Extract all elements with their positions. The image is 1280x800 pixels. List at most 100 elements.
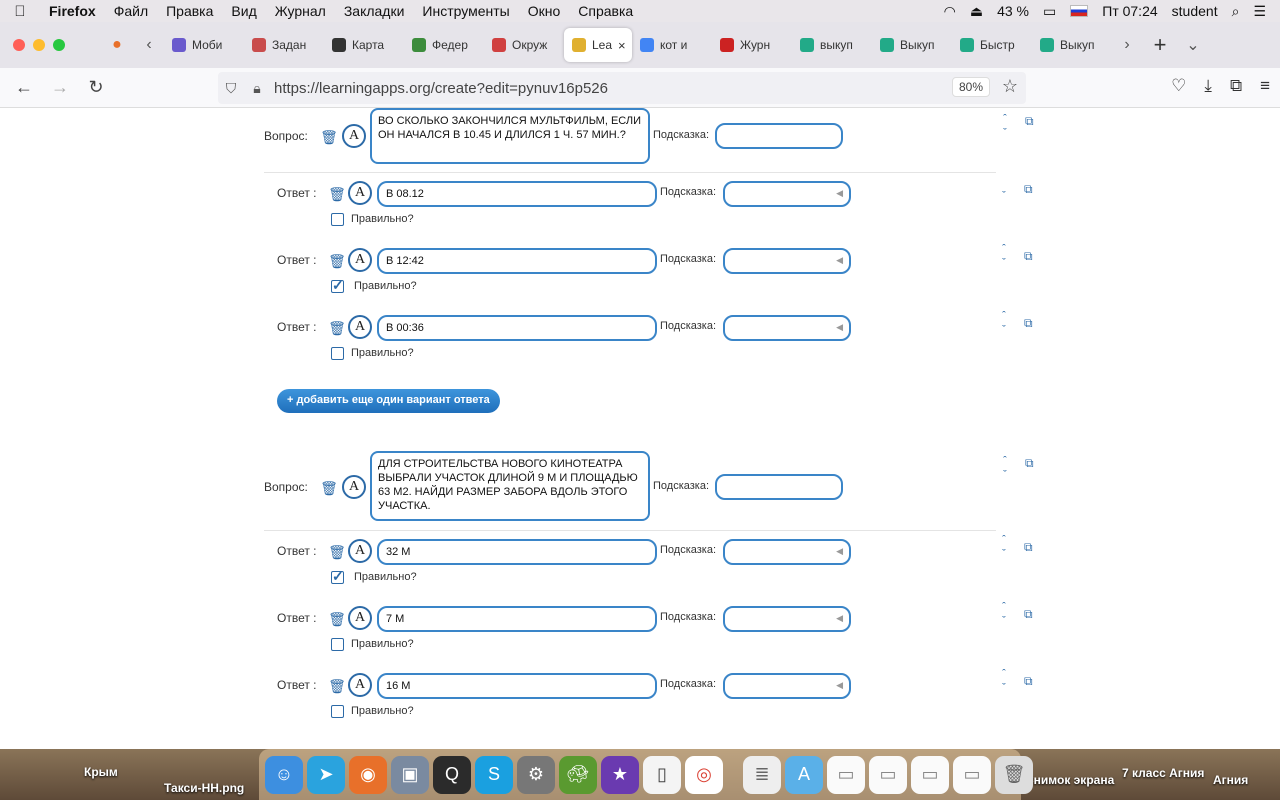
trash-icon[interactable]: 🗑︎ bbox=[995, 755, 1033, 794]
delete-answer-icon[interactable]: 🗑︎ bbox=[328, 320, 346, 336]
duplicate-icon[interactable]: ⧉ bbox=[1025, 114, 1034, 129]
input-source-flag-icon[interactable] bbox=[1070, 5, 1089, 17]
menu-bookmarks[interactable]: Закладки bbox=[335, 3, 414, 19]
audio-play-icon[interactable]: ◀ bbox=[836, 613, 843, 624]
turtle-app-icon[interactable]: 🐢︎ bbox=[559, 755, 597, 794]
audio-play-icon[interactable]: ◀ bbox=[836, 255, 843, 266]
telegram-icon[interactable]: ➤ bbox=[307, 755, 345, 794]
text-format-icon[interactable]: A bbox=[348, 606, 372, 630]
applications-folder-icon[interactable]: A bbox=[785, 755, 823, 794]
desktop-file-label[interactable]: Такси-НН.png bbox=[164, 781, 244, 795]
audio-play-icon[interactable]: ◀ bbox=[836, 680, 843, 691]
user-name[interactable]: student bbox=[1172, 3, 1218, 19]
clock[interactable]: Пт 07:24 bbox=[1102, 3, 1157, 19]
correct-checkbox[interactable] bbox=[331, 213, 344, 226]
lock-icon[interactable]: 🔒︎ bbox=[244, 80, 270, 97]
browser-tab[interactable]: выкуп bbox=[792, 28, 872, 62]
screenshot-thumbnail-icon[interactable]: ▭ bbox=[911, 755, 949, 794]
browser-tab[interactable]: Быстр bbox=[952, 28, 1032, 62]
question-text-field[interactable]: ДЛЯ СТРОИТЕЛЬСТВА НОВОГО КИНОТЕАТРА ВЫБР… bbox=[370, 451, 650, 521]
preview-icon[interactable]: ▣ bbox=[391, 755, 429, 794]
question-hint-field[interactable] bbox=[715, 123, 843, 149]
minimize-window-icon[interactable] bbox=[33, 39, 45, 51]
bookmark-star-icon[interactable]: ☆ bbox=[1002, 76, 1018, 97]
delete-answer-icon[interactable]: 🗑︎ bbox=[328, 678, 346, 694]
menu-app-name[interactable]: Firefox bbox=[40, 3, 105, 19]
correct-checkbox[interactable] bbox=[331, 638, 344, 651]
answer-hint-field[interactable]: ◀ bbox=[723, 673, 851, 699]
answer-hint-field[interactable]: ◀ bbox=[723, 181, 851, 207]
correct-checkbox[interactable] bbox=[331, 277, 344, 294]
finder-icon[interactable]: ☺ bbox=[265, 755, 303, 794]
duplicate-icon[interactable]: ⧉ bbox=[1024, 316, 1033, 331]
answer-text-field[interactable]: 7 М bbox=[377, 606, 657, 632]
battery-icon[interactable]: ▭ bbox=[1043, 3, 1056, 20]
duplicate-icon[interactable]: ⧉ bbox=[1025, 456, 1034, 471]
text-format-icon[interactable]: A bbox=[348, 539, 372, 563]
reorder-arrows-icon[interactable]: ˇ bbox=[998, 175, 1010, 203]
screenshot-thumbnail-icon[interactable]: ▭ bbox=[953, 755, 991, 794]
close-window-icon[interactable] bbox=[13, 39, 25, 51]
delete-answer-icon[interactable]: 🗑︎ bbox=[328, 611, 346, 627]
wifi-icon[interactable]: ◠ bbox=[944, 3, 956, 20]
delete-question-icon[interactable]: 🗑︎ bbox=[320, 480, 338, 496]
audio-play-icon[interactable]: ◀ bbox=[836, 322, 843, 333]
correct-checkbox[interactable] bbox=[331, 347, 344, 360]
text-format-icon[interactable]: A bbox=[342, 124, 366, 148]
answer-text-field[interactable]: 32 М bbox=[377, 539, 657, 565]
audio-play-icon[interactable]: ◀ bbox=[836, 546, 843, 557]
list-all-tabs-icon[interactable]: ⌄ bbox=[1178, 35, 1208, 55]
browser-tab[interactable]: Окруж bbox=[484, 28, 564, 62]
text-format-icon[interactable]: A bbox=[348, 315, 372, 339]
answer-text-field[interactable]: В 08.12 bbox=[377, 181, 657, 207]
quicktime-icon[interactable]: Q bbox=[433, 755, 471, 794]
reorder-arrows-icon[interactable]: ˆˇ bbox=[998, 600, 1010, 628]
firefox-icon[interactable]: ◉ bbox=[349, 755, 387, 794]
browser-tab[interactable]: Журн bbox=[712, 28, 792, 62]
desktop-file-label[interactable]: Агния bbox=[1213, 773, 1248, 787]
browser-tab[interactable]: Задан bbox=[244, 28, 324, 62]
reorder-arrows-icon[interactable]: ˆˇ bbox=[998, 242, 1010, 270]
url-bar[interactable]: ⛉ 🔒︎ https://learningapps.org/create?edi… bbox=[218, 72, 1026, 104]
zoom-level[interactable]: 80% bbox=[951, 77, 990, 97]
menu-view[interactable]: Вид bbox=[222, 3, 265, 19]
menu-history[interactable]: Журнал bbox=[266, 3, 335, 19]
system-preferences-icon[interactable]: ⚙ bbox=[517, 755, 555, 794]
question-text-field[interactable]: ВО СКОЛЬКО ЗАКОНЧИЛСЯ МУЛЬТФИЛЬМ, ЕСЛИ О… bbox=[370, 108, 650, 164]
document-icon[interactable]: ▯ bbox=[643, 755, 681, 794]
desktop-file-label[interactable]: Снимок экрана bbox=[1025, 773, 1114, 787]
eject-icon[interactable]: ⏏ bbox=[970, 3, 983, 20]
menu-file[interactable]: Файл bbox=[105, 3, 157, 19]
skype-icon[interactable]: S bbox=[475, 755, 513, 794]
text-format-icon[interactable]: A bbox=[348, 673, 372, 697]
firefox-view-icon[interactable]: ● bbox=[100, 36, 134, 54]
browser-tab[interactable]: Федер bbox=[404, 28, 484, 62]
back-button[interactable]: ← bbox=[6, 77, 42, 98]
chrome-icon[interactable]: ◎ bbox=[685, 755, 723, 794]
answer-hint-field[interactable]: ◀ bbox=[723, 539, 851, 565]
delete-question-icon[interactable]: 🗑︎ bbox=[320, 129, 338, 145]
answer-hint-field[interactable]: ◀ bbox=[723, 248, 851, 274]
menu-edit[interactable]: Правка bbox=[157, 3, 222, 19]
answer-text-field[interactable]: В 12:42 bbox=[377, 248, 657, 274]
screenshot-thumbnail-icon[interactable]: ▭ bbox=[827, 755, 865, 794]
browser-tab[interactable]: Моби bbox=[164, 28, 244, 62]
downloads-icon[interactable]: ⤓ bbox=[1204, 76, 1212, 96]
duplicate-icon[interactable]: ⧉ bbox=[1024, 249, 1033, 264]
menu-tools[interactable]: Инструменты bbox=[413, 3, 518, 19]
text-format-icon[interactable]: A bbox=[348, 181, 372, 205]
tracking-protection-icon[interactable]: ⛉ bbox=[218, 80, 244, 97]
duplicate-icon[interactable]: ⧉ bbox=[1024, 540, 1033, 555]
answer-hint-field[interactable]: ◀ bbox=[723, 315, 851, 341]
correct-checkbox[interactable] bbox=[331, 568, 344, 585]
reorder-arrows-icon[interactable]: ˆˇ bbox=[998, 533, 1010, 561]
app-menu-icon[interactable]: ≡ bbox=[1260, 76, 1270, 96]
tabs-scroll-left-icon[interactable]: ‹ bbox=[134, 36, 164, 54]
reorder-arrows-icon[interactable]: ˆˇ bbox=[999, 454, 1011, 482]
screenshot-thumbnail-icon[interactable]: ▭ bbox=[869, 755, 907, 794]
close-tab-icon[interactable]: × bbox=[618, 38, 626, 53]
answer-hint-field[interactable]: ◀ bbox=[723, 606, 851, 632]
new-tab-button[interactable]: + bbox=[1142, 32, 1178, 58]
menu-help[interactable]: Справка bbox=[569, 3, 642, 19]
answer-text-field[interactable]: 16 М bbox=[377, 673, 657, 699]
